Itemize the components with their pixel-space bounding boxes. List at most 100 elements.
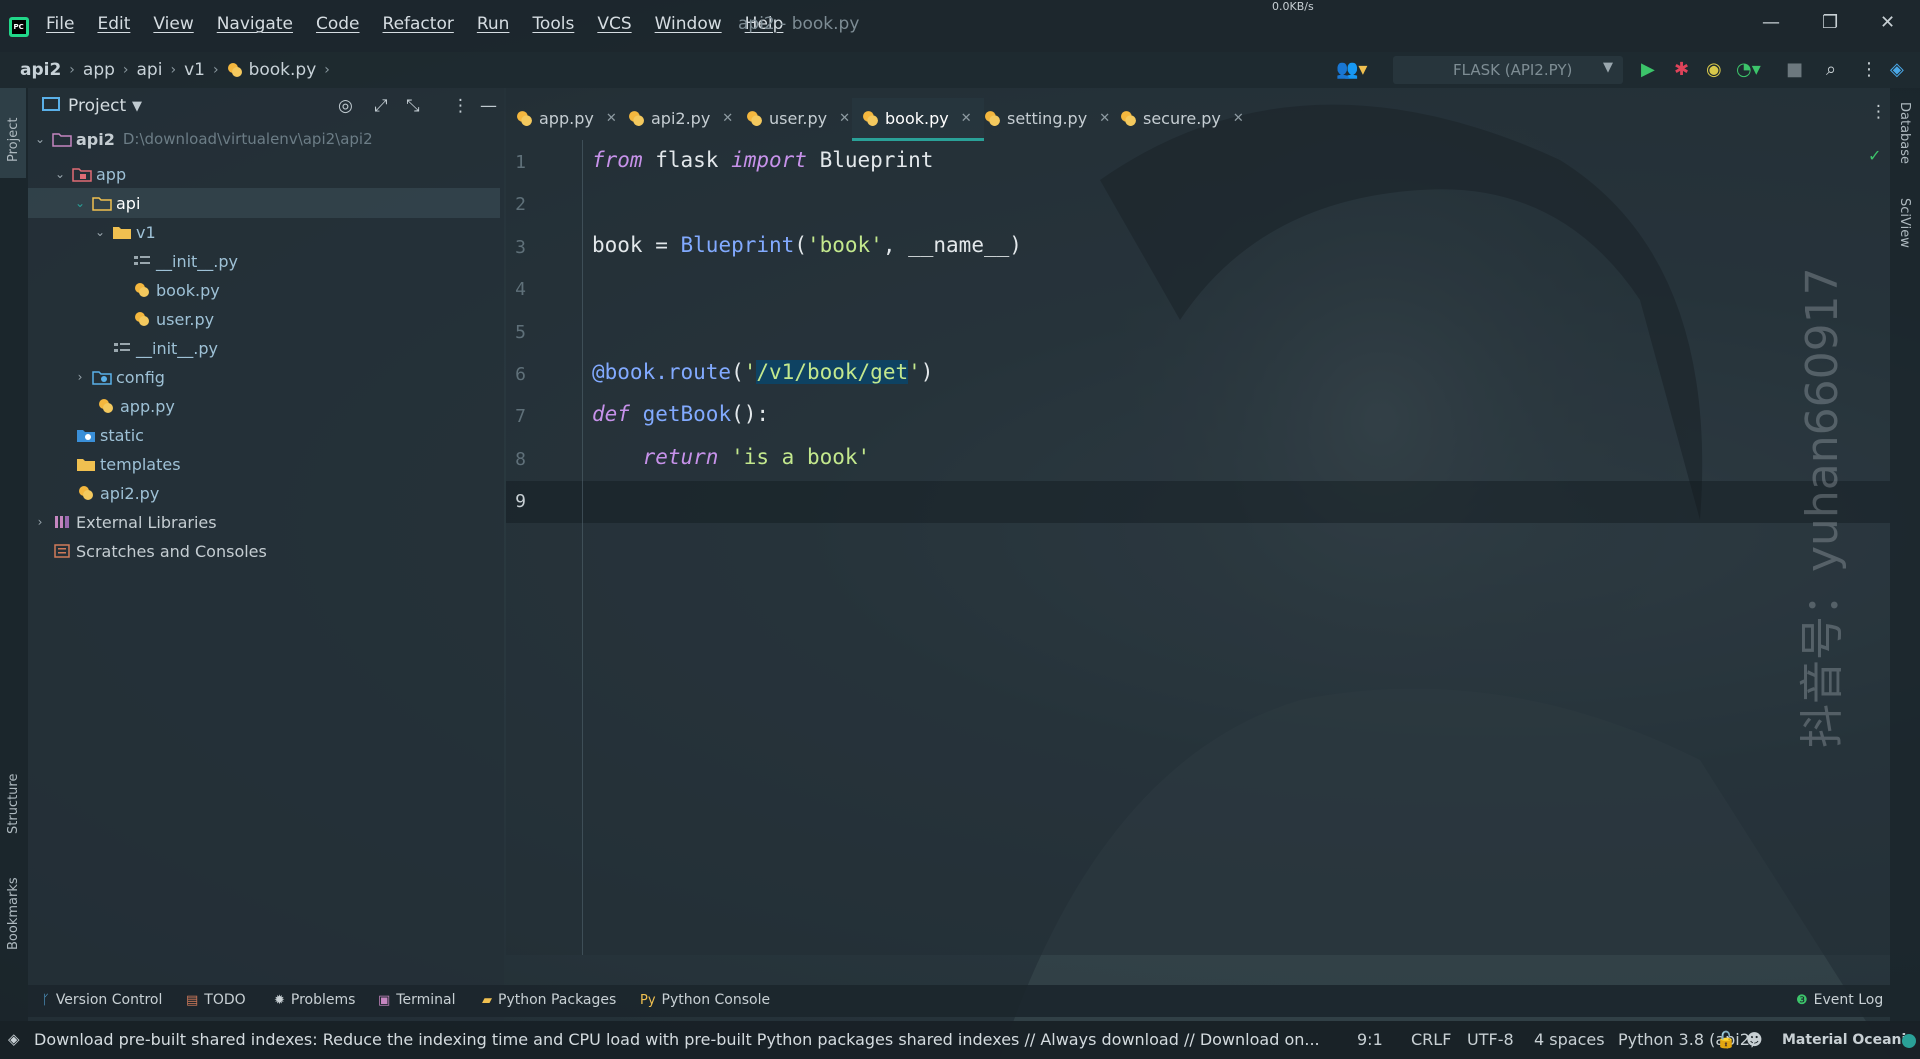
collapse-all-icon[interactable]: ⤡ — [406, 96, 420, 116]
tab-user-py[interactable]: user.py ✕ — [746, 98, 850, 138]
more-icon[interactable]: ⋮ — [1860, 59, 1878, 80]
status-message[interactable]: Download pre-built shared indexes: Reduc… — [34, 1030, 1318, 1049]
tree-item-scratches[interactable]: Scratches and Consoles — [28, 536, 500, 566]
tab-api2-py[interactable]: api2.py ✕ — [628, 98, 733, 138]
code-line-1[interactable]: from flask import Blueprint — [592, 148, 933, 172]
hide-panel-icon[interactable]: — — [480, 96, 497, 116]
tree-item-api2-py[interactable]: api2.py — [28, 478, 500, 508]
project-tool-button[interactable]: Project — [6, 118, 21, 162]
tab-book-py[interactable]: book.py ✕ — [852, 98, 984, 141]
tab-secure-py[interactable]: secure.py ✕ — [1120, 98, 1244, 138]
tree-item-app[interactable]: ⌄ app — [28, 159, 500, 189]
breadcrumb-v1[interactable]: v1 — [184, 60, 205, 80]
tree-item-api2[interactable]: ⌄ api2 D:\download\virtualenv\api2\api2 — [28, 124, 500, 154]
menu-vcs[interactable]: VCS — [597, 14, 631, 34]
chevron-down-icon[interactable]: ⌄ — [72, 196, 88, 210]
close-button[interactable]: ✕ — [1880, 12, 1895, 33]
maximize-button[interactable]: ❐ — [1822, 12, 1838, 33]
tree-item-static[interactable]: static — [28, 420, 500, 450]
minimize-button[interactable]: — — [1762, 12, 1780, 33]
keyword: import — [731, 148, 807, 172]
users-icon[interactable]: 👥▾ — [1336, 59, 1367, 80]
menu-navigate[interactable]: Navigate — [217, 14, 293, 34]
code-line-8[interactable]: return 'is a book' — [592, 445, 871, 469]
tree-item-init-py[interactable]: __init__.py — [28, 333, 500, 363]
chevron-right-icon[interactable]: › — [72, 370, 88, 384]
chevron-down-icon[interactable]: ⌄ — [52, 167, 68, 181]
library-icon — [55, 516, 69, 528]
no-problems-check-icon[interactable]: ✓ — [1868, 146, 1881, 165]
menu-refactor[interactable]: Refactor — [383, 14, 454, 34]
tree-item-book-py[interactable]: book.py — [28, 275, 500, 305]
tree-item-config[interactable]: › config — [28, 362, 500, 392]
project-panel-title[interactable]: Project — [68, 96, 126, 116]
menu-run[interactable]: Run — [477, 14, 510, 34]
code-line-3[interactable]: book = Blueprint('book', __name__) — [592, 233, 1022, 257]
close-tab-icon[interactable]: ✕ — [1233, 111, 1244, 126]
version-control-button[interactable]: ᚴ Version Control — [42, 992, 162, 1008]
breadcrumb-api[interactable]: api — [137, 60, 163, 80]
chevron-down-icon[interactable]: ⌄ — [32, 132, 48, 146]
expand-all-icon[interactable]: ⤢ — [374, 96, 388, 116]
bookmarks-tool-button[interactable]: Bookmarks — [6, 877, 21, 950]
tab-options-icon[interactable]: ⋮ — [1870, 102, 1887, 122]
menu-view[interactable]: View — [153, 14, 193, 34]
inspection-icon[interactable]: ☻ — [1746, 1030, 1763, 1049]
breadcrumb-app[interactable]: app — [83, 60, 115, 80]
chevron-down-icon[interactable]: ▼ — [132, 99, 142, 114]
run-icon[interactable]: ▶ — [1641, 59, 1655, 80]
run-configuration-select[interactable]: FLASK (API2.PY) ▼ — [1393, 56, 1623, 84]
plugin-icon[interactable]: ◈ — [1890, 59, 1904, 80]
coverage-icon[interactable]: ◉ — [1706, 59, 1722, 80]
options-icon[interactable]: ⋮ — [452, 96, 469, 116]
todo-button[interactable]: ▤ TODO — [186, 992, 246, 1008]
close-tab-icon[interactable]: ✕ — [606, 111, 617, 126]
chevron-right-icon[interactable]: › — [32, 515, 48, 529]
close-tab-icon[interactable]: ✕ — [1099, 111, 1110, 126]
close-tab-icon[interactable]: ✕ — [722, 111, 733, 126]
debug-icon[interactable]: ✱ — [1674, 59, 1689, 80]
structure-tool-button[interactable]: Structure — [6, 774, 21, 834]
close-tab-icon[interactable]: ✕ — [961, 111, 972, 126]
code-line-7[interactable]: def getBook(): — [592, 402, 769, 426]
chevron-down-icon[interactable]: ⌄ — [92, 225, 108, 239]
tree-item-v1[interactable]: ⌄ v1 — [28, 217, 500, 247]
tree-item-app-py[interactable]: app.py — [28, 391, 500, 421]
file-encoding[interactable]: UTF-8 — [1467, 1030, 1514, 1049]
tab-setting-py[interactable]: setting.py ✕ — [984, 98, 1110, 138]
close-tab-icon[interactable]: ✕ — [839, 111, 850, 126]
database-tool-button[interactable]: Database — [1897, 102, 1912, 164]
locate-icon[interactable]: ◎ — [338, 96, 353, 116]
tree-item-api[interactable]: ⌄ api — [28, 188, 500, 218]
line-separator[interactable]: CRLF — [1411, 1030, 1451, 1049]
menu-tools[interactable]: Tools — [532, 14, 574, 34]
sciview-tool-button[interactable]: SciView — [1897, 198, 1912, 248]
menu-window[interactable]: Window — [655, 14, 722, 34]
stop-icon[interactable]: ■ — [1786, 59, 1803, 80]
network-speed: 0.0KB/s — [1272, 0, 1314, 13]
lock-icon[interactable]: 🔓 — [1716, 1030, 1736, 1049]
indent-setting[interactable]: 4 spaces — [1534, 1030, 1605, 1049]
event-log-button[interactable]: ❸ Event Log — [1796, 992, 1883, 1008]
tab-app-py[interactable]: app.py ✕ — [516, 98, 617, 138]
theme-name[interactable]: Material Oceanic — [1782, 1032, 1915, 1048]
menu-code[interactable]: Code — [316, 14, 360, 34]
terminal-button[interactable]: ▣ Terminal — [378, 992, 455, 1008]
breadcrumb-book-py[interactable]: book.py — [249, 60, 317, 80]
breadcrumb-api2[interactable]: api2 — [20, 60, 61, 80]
profile-icon[interactable]: ◔▾ — [1736, 59, 1761, 80]
problems-button[interactable]: ✹ Problems — [274, 992, 355, 1008]
tree-item-user-py[interactable]: user.py — [28, 304, 500, 334]
python-packages-button[interactable]: ▰ Python Packages — [482, 992, 616, 1008]
code-line-6[interactable]: @book.route('/v1/book/get') — [592, 360, 933, 384]
tree-item-init-py[interactable]: __init__.py — [28, 246, 500, 276]
python-console-button[interactable]: Py Python Console — [640, 992, 770, 1008]
menu-file[interactable]: File — [46, 14, 74, 34]
notification-icon[interactable]: ◈ — [8, 1030, 20, 1048]
init-file-icon — [134, 256, 150, 265]
search-icon[interactable]: ⌕ — [1826, 59, 1836, 80]
tree-item-templates[interactable]: templates — [28, 449, 500, 479]
menu-edit[interactable]: Edit — [97, 14, 130, 34]
tree-item-external-libraries[interactable]: › External Libraries — [28, 507, 500, 537]
caret-position[interactable]: 9:1 — [1357, 1030, 1383, 1049]
